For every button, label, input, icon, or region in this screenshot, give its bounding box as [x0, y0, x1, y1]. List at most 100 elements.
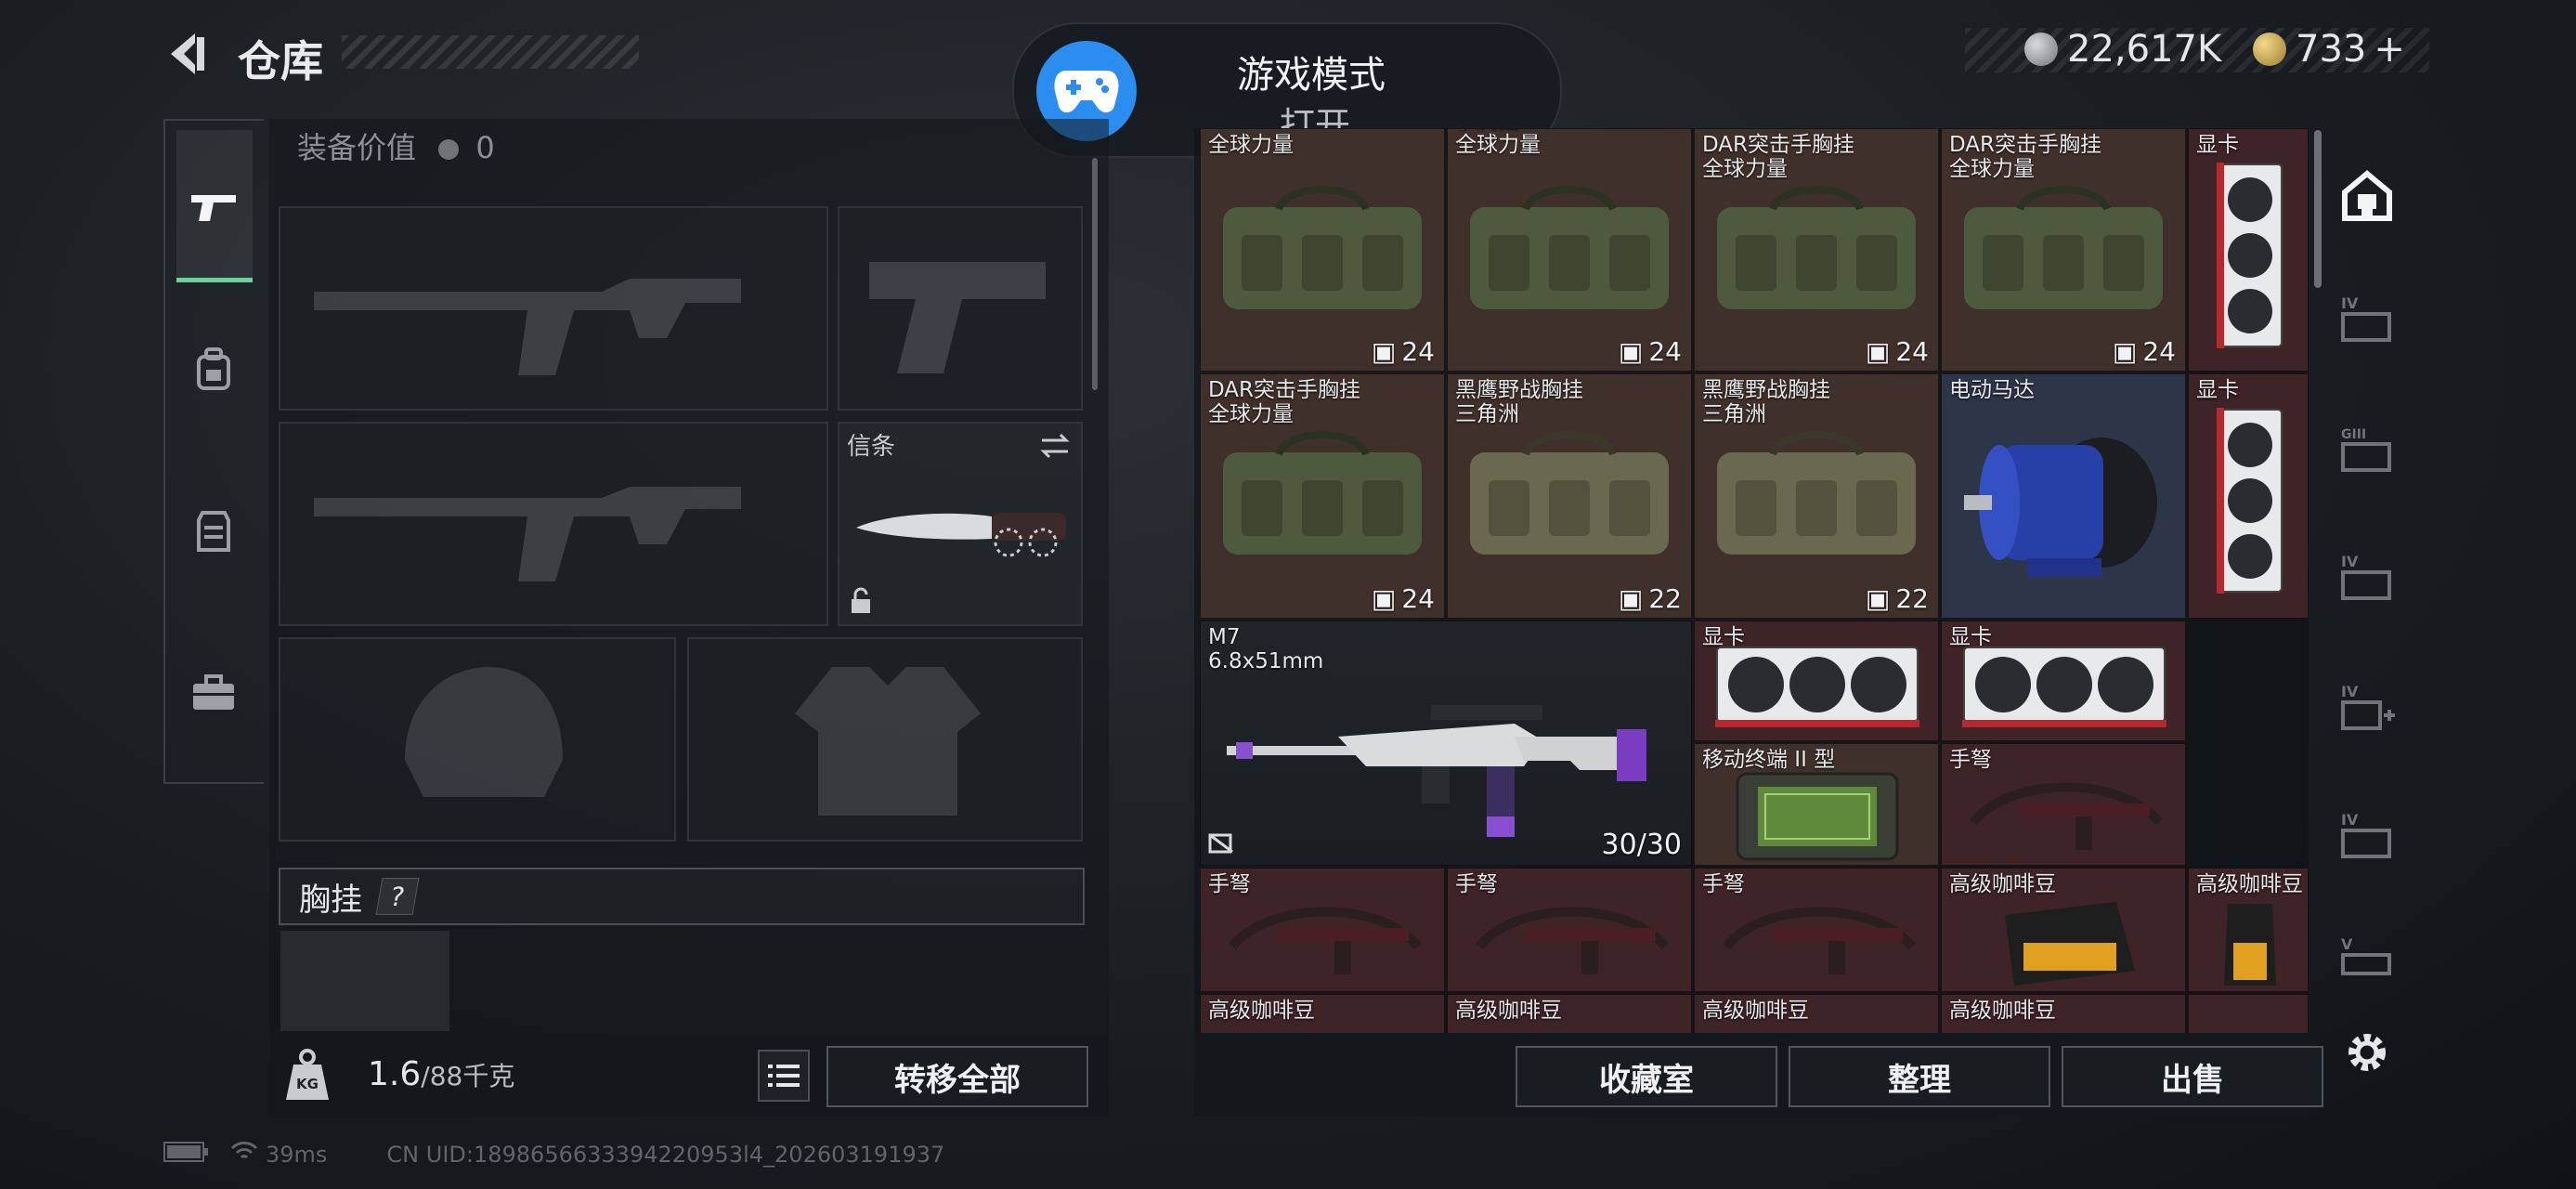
item-count: ▣ 22 [1618, 583, 1682, 614]
mobile-terminal-icon [1736, 772, 1899, 861]
inventory-item-chest-rig[interactable]: DAR突击手胸挂 全球力量 ▣ 24 [1694, 128, 1939, 372]
item-name: 黑鹰野战胸挂 三角洲 [1455, 378, 1583, 426]
crossbow-icon [1476, 907, 1669, 974]
list-view-button[interactable] [758, 1050, 810, 1102]
tab-vault[interactable] [2338, 167, 2396, 225]
inventory-item-crossbow[interactable]: 手弩 [1447, 868, 1692, 992]
primary-weapon-slot[interactable] [279, 206, 828, 411]
storage-tabs: IV GIII IV IV IV V [2322, 130, 2405, 1124]
item-name: 显卡 [2196, 133, 2239, 157]
equipment-value-label: 装备价值 [297, 130, 417, 165]
chest-rig-slot[interactable] [280, 931, 449, 1031]
crossbow-icon [1970, 782, 2163, 850]
sidearm-slot[interactable] [838, 206, 1083, 411]
item-name: DAR突击手胸挂 全球力量 [1949, 133, 2102, 181]
settings-button[interactable] [2338, 1024, 2396, 1081]
transfer-all-button[interactable]: 转移全部 [826, 1046, 1088, 1107]
battery-icon [163, 1142, 208, 1168]
tab-storage-4[interactable]: IV [2338, 678, 2396, 736]
nav-weapons[interactable] [176, 171, 251, 245]
inventory-item-chest-rig[interactable]: 全球力量 ▣ 24 [1200, 128, 1445, 372]
helmet-slot[interactable] [279, 637, 676, 842]
secure-slot-label: 信条 [847, 433, 896, 461]
item-count: ▣ 24 [2112, 336, 2176, 367]
inventory-item-coffee-beans[interactable]: 高级咖啡豆 [2188, 868, 2309, 992]
inventory-item-chest-rig[interactable]: DAR突击手胸挂 全球力量 ▣ 24 [1200, 373, 1445, 619]
knife-icon [856, 513, 1066, 557]
svg-text:GIII: GIII [2341, 427, 2366, 442]
inventory-item-crossbow[interactable]: 手弩 [1200, 868, 1445, 992]
back-button[interactable] [163, 28, 215, 80]
tab-storage-2[interactable]: GIII [2338, 420, 2396, 477]
item-name: 高级咖啡豆 [1702, 999, 1809, 1023]
sell-button[interactable]: 出售 [2062, 1046, 2323, 1107]
inventory-item-gpu[interactable]: 显卡 [1941, 621, 2186, 741]
nav-backpack[interactable] [176, 333, 251, 407]
swap-icon[interactable] [1038, 431, 1072, 464]
chest-rig-label: 胸挂 [299, 881, 362, 919]
weight-current: 1.6 [368, 1055, 422, 1093]
graphics-card-icon [1962, 647, 2166, 727]
inventory-item-coffee-beans[interactable]: 高级咖啡豆 [1941, 868, 2186, 992]
item-count: ▣ 24 [1371, 583, 1435, 614]
svg-text:V: V [2341, 935, 2353, 953]
tactical-bag-icon [1717, 186, 1916, 309]
weapon-name: M7 [1208, 625, 1241, 649]
inventory-item-crossbow[interactable]: 手弩 [1694, 868, 1939, 992]
inventory-item-coffee-beans[interactable]: 高级咖啡豆 [1447, 994, 1692, 1033]
rifle-silhouette-icon [314, 487, 741, 581]
inventory-scrollbar[interactable] [2314, 130, 2322, 288]
item-count: ▣ 22 [1865, 583, 1929, 614]
storage-case-icon: IV [2341, 811, 2391, 858]
armor-slot[interactable] [687, 637, 1083, 842]
item-name: 电动马达 [1949, 378, 2035, 402]
collection-room-button[interactable]: 收藏室 [1516, 1046, 1777, 1107]
inventory-item-crossbow[interactable]: 手弩 [1941, 743, 2186, 866]
gold-coin-icon [2253, 33, 2286, 66]
organize-button[interactable]: 整理 [1789, 1046, 2050, 1107]
help-button[interactable]: ? [375, 878, 420, 915]
add-gold-button[interactable]: + [2374, 28, 2405, 71]
item-count: ▣ 24 [1865, 336, 1929, 367]
tactical-bag-icon [1717, 431, 1916, 555]
uid-readout: CN UID:1898656633394220953l4_20260319193… [386, 1142, 945, 1168]
helmet-silhouette-icon [405, 667, 563, 797]
stack-icon: ▣ [1371, 583, 1397, 614]
inventory-item-chest-rig[interactable]: 手胸挂 全球力量 ▣24 [1447, 128, 1692, 372]
inventory-item-electric-motor[interactable]: 电动马达 [1941, 373, 2186, 619]
inventory-item-coffee-beans[interactable]: 高级咖啡豆 [1941, 994, 2186, 1033]
inventory-item[interactable] [2188, 994, 2309, 1033]
nav-vest[interactable] [176, 494, 251, 568]
coffee-bag-icon [2005, 902, 2135, 986]
stack-icon: ▣ [1618, 336, 1644, 367]
inventory-item-coffee-beans[interactable]: 高级咖啡豆 [1200, 994, 1445, 1033]
tactical-bag-icon [1470, 431, 1669, 555]
equipment-scrollbar[interactable] [1092, 158, 1098, 390]
item-name: 黑鹰野战胸挂 三角洲 [1702, 378, 1830, 426]
tab-storage-5[interactable]: IV [2338, 806, 2396, 864]
svg-text:IV: IV [2341, 811, 2359, 829]
inventory-item-gpu[interactable]: 显卡 [1694, 621, 1939, 741]
item-count: ▣ 24 [1371, 336, 1435, 367]
item-name: 高级咖啡豆 [1949, 999, 2056, 1023]
secure-melee-slot[interactable]: 信条 [838, 422, 1083, 626]
inventory-item-chest-rig[interactable]: DAR突击手胸挂 全球力量 ▣ 24 [1941, 128, 2186, 372]
rifle-silhouette-icon [314, 279, 741, 375]
inventory-item-coffee-beans[interactable]: 高级咖啡豆 [1694, 994, 1939, 1033]
nav-case[interactable] [176, 656, 251, 730]
tab-storage-6[interactable]: V [2338, 931, 2396, 988]
inventory-item-gpu[interactable]: 显卡 [2188, 128, 2309, 372]
inventory-item-m7-rifle[interactable]: M7 6.8x51mm 30/30 [1200, 621, 1692, 866]
secondary-weapon-slot[interactable] [279, 422, 828, 626]
item-name: 高级咖啡豆 [1949, 872, 2056, 896]
tab-storage-3[interactable]: IV [2338, 548, 2396, 606]
stack-icon: ▣ [1618, 583, 1644, 614]
item-name: 移动终端 II 型 [1702, 748, 1836, 772]
inventory-item-chest-rig[interactable]: 黑鹰野战胸挂 三角洲 ▣ 22 [1694, 373, 1939, 619]
inventory-item-chest-rig[interactable]: 黑鹰野战胸挂 三角洲 ▣ 22 [1447, 373, 1692, 619]
inventory-item-gpu[interactable]: 显卡 [2188, 373, 2309, 619]
inventory-item-mobile-terminal[interactable]: 移动终端 II 型 [1694, 743, 1939, 866]
gold-currency[interactable]: 733 + [2253, 24, 2405, 74]
tab-storage-1[interactable]: IV [2338, 290, 2396, 347]
chest-rig-header: 胸挂 ? [279, 868, 1085, 925]
